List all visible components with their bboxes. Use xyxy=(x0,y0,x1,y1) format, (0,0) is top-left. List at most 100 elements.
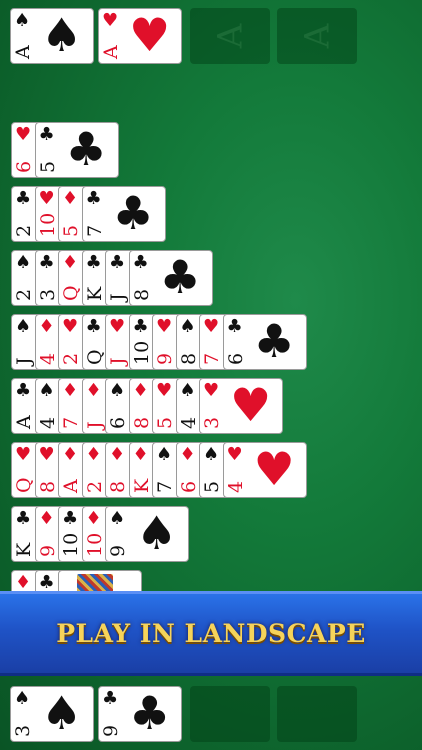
club-icon: ♣ xyxy=(129,686,171,740)
card-rank: 6 xyxy=(224,352,247,365)
diamond-icon: ♦ xyxy=(85,380,102,401)
club-icon: ♣ xyxy=(132,252,149,273)
card-rank: 6 xyxy=(13,160,35,173)
heart-icon: ♥ xyxy=(102,10,119,31)
spade-icon: ♠ xyxy=(38,380,55,401)
card-rank: 2 xyxy=(13,288,35,301)
club-icon: ♣ xyxy=(38,252,55,273)
heart-icon: ♥ xyxy=(226,444,243,465)
club-icon: ♣ xyxy=(62,508,79,529)
playing-card[interactable]: ♠ 9 ♠ xyxy=(105,506,189,562)
diamond-icon: ♦ xyxy=(62,188,79,209)
diamond-icon: ♦ xyxy=(38,316,55,337)
card-rank: Q xyxy=(60,285,82,301)
card-rank: J xyxy=(107,293,129,301)
card-rank: A xyxy=(60,479,82,493)
card-rank: 8 xyxy=(107,480,129,493)
heart-icon: ♥ xyxy=(156,316,173,337)
card-rank: K xyxy=(130,478,153,493)
card-rank: 6 xyxy=(107,416,129,429)
card-rank: 5 xyxy=(60,224,82,237)
card-rank: A xyxy=(12,45,34,59)
card-rank: 4 xyxy=(36,352,59,365)
playing-card[interactable]: ♣ 9 ♣ xyxy=(98,686,182,742)
club-icon: ♣ xyxy=(102,688,119,709)
heart-icon: ♥ xyxy=(156,380,173,401)
card-rank: K xyxy=(13,542,35,557)
diamond-icon: ♦ xyxy=(132,444,149,465)
card-rank: Q xyxy=(13,477,35,493)
playing-card[interactable]: ♣ 6 ♣ xyxy=(222,314,307,370)
card-rank: J xyxy=(13,357,35,365)
spade-icon: ♠ xyxy=(14,10,31,31)
banner-text: PLAY IN LANDSCAPE xyxy=(56,619,366,648)
freecell-slot[interactable] xyxy=(277,686,357,742)
club-icon: ♣ xyxy=(15,380,32,401)
diamond-icon: ♦ xyxy=(38,508,55,529)
freecell-slot[interactable] xyxy=(190,686,270,742)
card-rank: 7 xyxy=(201,352,223,365)
heart-icon: ♥ xyxy=(15,124,32,145)
spade-icon: ♠ xyxy=(41,686,83,740)
card-rank: K xyxy=(83,286,106,301)
spade-icon: ♠ xyxy=(156,444,173,465)
foundation-slot[interactable]: A xyxy=(277,8,357,64)
card-rank: 10 xyxy=(36,212,59,237)
playing-card[interactable]: ♠ 3 ♠ xyxy=(10,686,94,742)
club-icon: ♣ xyxy=(109,252,126,273)
diamond-icon: ♦ xyxy=(85,508,102,529)
foundation-slot[interactable]: A xyxy=(190,8,270,64)
diamond-icon: ♦ xyxy=(132,380,149,401)
card-rank: A xyxy=(13,415,35,429)
card-rank: 4 xyxy=(224,480,247,493)
card-rank: 3 xyxy=(12,724,34,737)
card-rank: 7 xyxy=(83,224,106,237)
spade-icon: ♠ xyxy=(14,688,31,709)
club-icon: ♣ xyxy=(226,316,243,337)
card-rank: 6 xyxy=(177,480,200,493)
spade-icon: ♠ xyxy=(15,316,32,337)
card-rank: 4 xyxy=(177,416,200,429)
card-rank: 8 xyxy=(130,416,153,429)
playing-card[interactable]: ♣ 8 ♣ xyxy=(128,250,213,306)
diamond-icon: ♦ xyxy=(62,380,79,401)
heart-icon: ♥ xyxy=(203,380,220,401)
card-rank: J xyxy=(107,357,129,365)
card-rank: J xyxy=(83,421,106,429)
diamond-icon: ♦ xyxy=(179,444,196,465)
play-in-landscape-banner: PLAY IN LANDSCAPE xyxy=(0,591,422,676)
card-rank: 10 xyxy=(130,340,153,365)
card-rank: 9 xyxy=(154,352,176,365)
card-rank: 5 xyxy=(36,160,59,173)
diamond-icon: ♦ xyxy=(85,444,102,465)
heart-icon: ♥ xyxy=(38,444,55,465)
heart-icon: ♥ xyxy=(62,316,79,337)
club-icon: ♣ xyxy=(38,572,55,593)
club-icon: ♣ xyxy=(253,314,295,368)
club-icon: ♣ xyxy=(65,122,107,176)
card-rank: 7 xyxy=(60,416,82,429)
playing-card[interactable]: ♣ 7 ♣ xyxy=(81,186,166,242)
playing-card[interactable]: ♠ A ♠ xyxy=(10,8,94,64)
heart-icon: ♥ xyxy=(15,444,32,465)
card-rank: 7 xyxy=(154,480,176,493)
foundation-ace-label: A xyxy=(297,23,337,49)
heart-icon: ♥ xyxy=(109,316,126,337)
playing-card[interactable]: ♥ A ♥ xyxy=(98,8,182,64)
card-rank: 9 xyxy=(36,544,59,557)
card-rank: 3 xyxy=(201,416,223,429)
club-icon: ♣ xyxy=(85,316,102,337)
spade-icon: ♠ xyxy=(179,380,196,401)
diamond-icon: ♦ xyxy=(62,252,79,273)
club-icon: ♣ xyxy=(85,252,102,273)
diamond-icon: ♦ xyxy=(109,444,126,465)
spade-icon: ♠ xyxy=(109,380,126,401)
playing-card[interactable]: ♣ 5 ♣ xyxy=(34,122,119,178)
club-icon: ♣ xyxy=(15,508,32,529)
club-icon: ♣ xyxy=(15,188,32,209)
playing-card[interactable]: ♥ 4 ♥ xyxy=(222,442,307,498)
card-rank: 2 xyxy=(83,480,106,493)
playing-card[interactable]: ♥ 3 ♥ xyxy=(199,378,283,434)
heart-icon: ♥ xyxy=(253,442,295,496)
card-rank: 3 xyxy=(36,288,59,301)
